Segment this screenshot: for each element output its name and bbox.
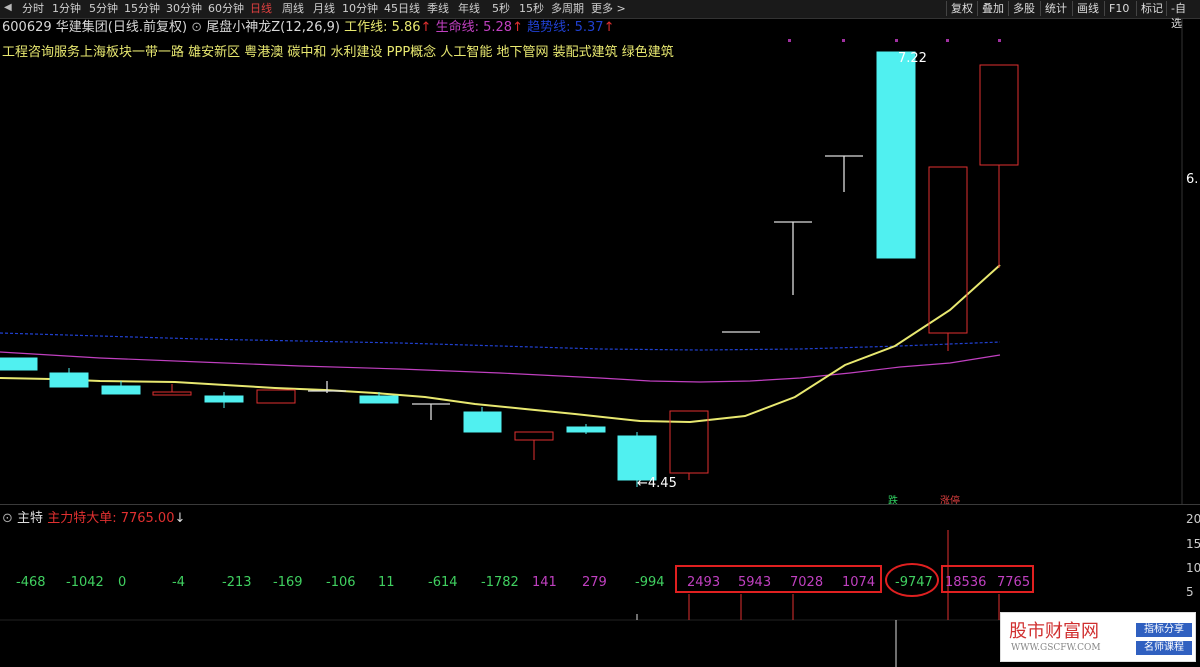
- candle: [876, 51, 916, 259]
- value-label: -106: [326, 575, 356, 590]
- value-label: 11: [378, 575, 395, 590]
- life-line: [0, 351, 1001, 383]
- high-price-label: 7.22: [898, 51, 927, 66]
- signal-dot: [895, 39, 898, 42]
- watermark-tag: 名师课程: [1136, 641, 1192, 655]
- watermark-tag: 指标分享: [1136, 623, 1192, 637]
- low-price-label: ←4.45: [637, 476, 677, 491]
- doji-candles: [308, 155, 863, 420]
- y-tick: 20: [1186, 512, 1200, 526]
- sub-indicator-value: 主力特大单: 7765.00: [47, 511, 175, 526]
- y-tick: 5: [1186, 585, 1194, 599]
- value-label: -1042: [66, 575, 104, 590]
- sub-panel-header: ⊙ 主特 主力特大单: 7765.00↓: [2, 507, 185, 526]
- candle: [0, 357, 38, 371]
- watermark-title: 股市财富网: [1009, 621, 1099, 642]
- highlight-box: [941, 565, 1034, 593]
- value-label: -994: [635, 575, 665, 590]
- down-candles: [0, 51, 916, 487]
- trend-line: [0, 332, 1001, 351]
- candle: [463, 411, 502, 433]
- highlight-circle: [885, 563, 939, 597]
- candle: [152, 391, 192, 396]
- watermark-logo: 股市财富网 WWW.GSCFW.COM 指标分享 名师课程: [1000, 612, 1196, 662]
- value-label: 141: [532, 575, 557, 590]
- candle: [49, 372, 89, 388]
- panel-divider[interactable]: [0, 504, 1200, 505]
- signal-dot: [788, 39, 791, 42]
- value-label: -169: [273, 575, 303, 590]
- value-label: -468: [16, 575, 46, 590]
- value-label: -614: [428, 575, 458, 590]
- volume-neutral-bars: [636, 614, 897, 667]
- down-arrow-icon: ↓: [174, 511, 186, 526]
- candle: [101, 385, 141, 395]
- value-label: 279: [582, 575, 607, 590]
- work-line: [0, 264, 1001, 424]
- value-label: -4: [172, 575, 185, 590]
- candle: [928, 166, 968, 334]
- candle: [359, 395, 399, 404]
- sub-panel-name[interactable]: 主特: [17, 511, 43, 526]
- signal-dot: [998, 39, 1001, 42]
- candle: [256, 389, 296, 404]
- candle: [979, 64, 1019, 166]
- y-tick: 15: [1186, 537, 1200, 551]
- value-label: -213: [222, 575, 252, 590]
- value-label: -1782: [481, 575, 519, 590]
- y-tick: 10: [1186, 561, 1200, 575]
- signal-dot: [842, 39, 845, 42]
- signal-dots: [788, 39, 1001, 42]
- highlight-box: [675, 565, 882, 593]
- collapse-icon[interactable]: ⊙: [2, 511, 13, 526]
- signal-dot: [946, 39, 949, 42]
- price-axis-label: 6.: [1186, 172, 1199, 187]
- candle: [514, 431, 554, 441]
- value-label: 0: [118, 575, 127, 590]
- watermark-url: WWW.GSCFW.COM: [1011, 643, 1101, 653]
